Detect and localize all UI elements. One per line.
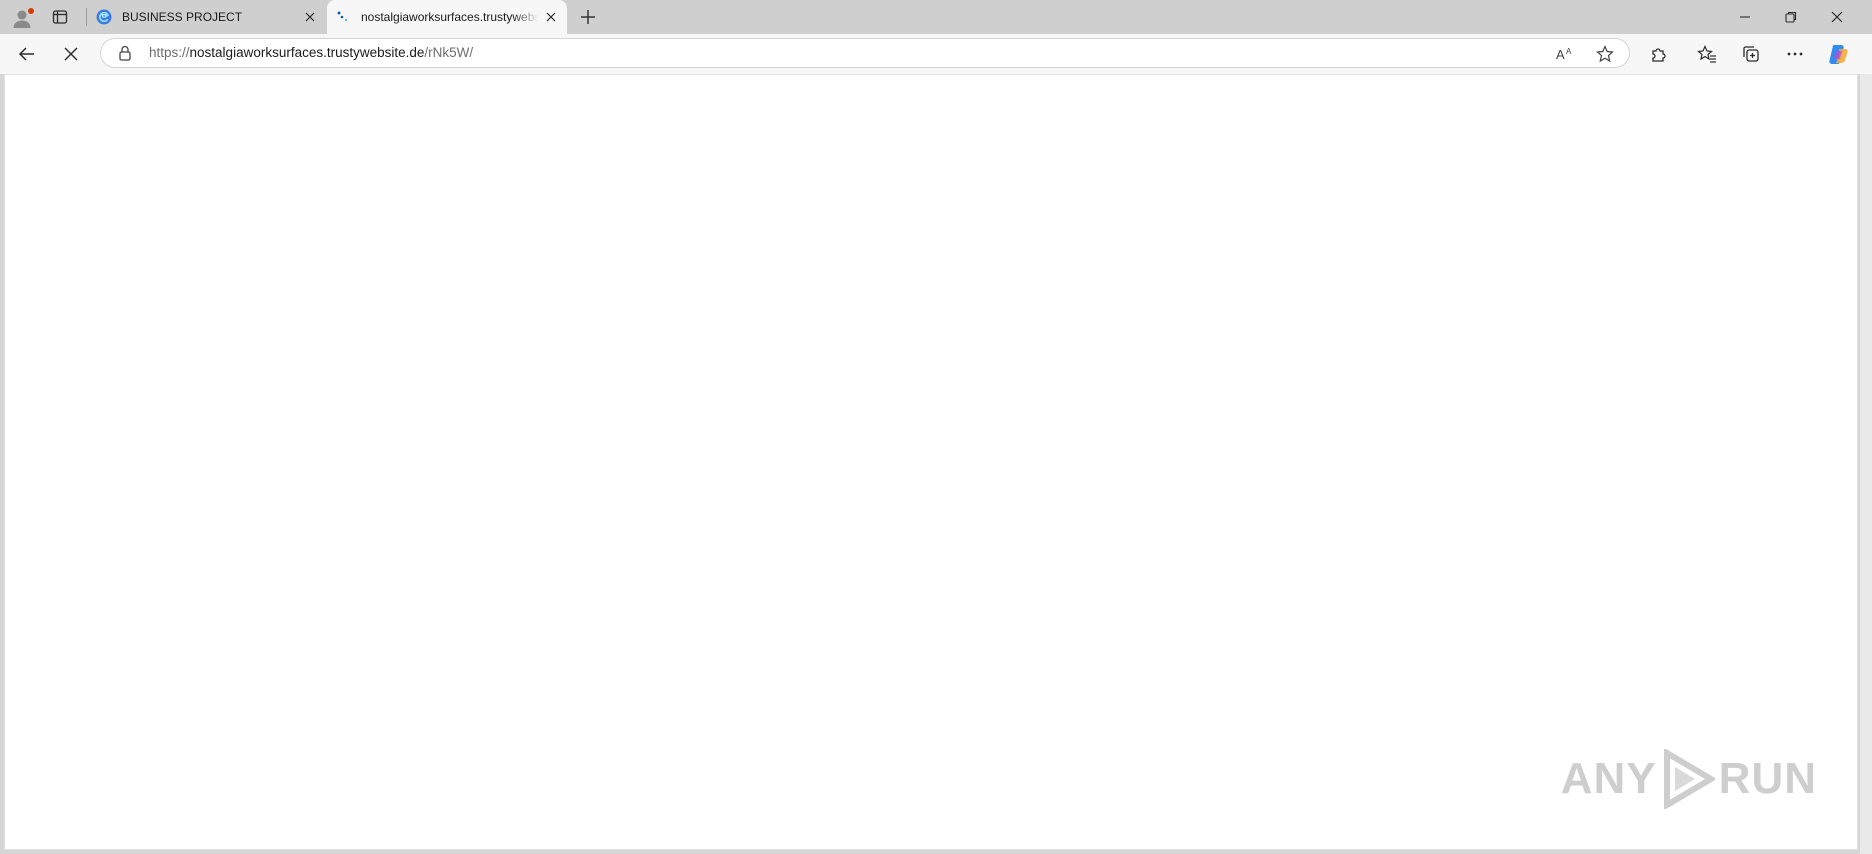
url-protocol: https:// bbox=[149, 45, 190, 60]
copilot-icon[interactable] bbox=[1824, 39, 1854, 69]
tab-nostalgia[interactable]: nostalgiaworksurfaces.trustywebsite.de bbox=[327, 0, 567, 34]
tab-close-icon[interactable] bbox=[298, 5, 322, 29]
lock-icon[interactable] bbox=[117, 45, 133, 61]
anyrun-watermark: ANY RUN bbox=[1561, 749, 1817, 809]
close-icon[interactable] bbox=[1818, 2, 1856, 32]
url-host: nostalgiaworksurfaces.trustywebsite.de bbox=[189, 45, 425, 60]
tab-separator bbox=[86, 8, 87, 26]
tab-bar: BUSINESS PROJECT nostalgiaworksurfaces.t… bbox=[0, 0, 1872, 34]
tab-close-icon[interactable] bbox=[539, 5, 563, 29]
restore-icon[interactable] bbox=[1772, 2, 1810, 32]
watermark-left: ANY bbox=[1560, 754, 1657, 803]
tab-business-project[interactable]: BUSINESS PROJECT bbox=[88, 0, 326, 34]
stop-loading-icon[interactable] bbox=[56, 39, 86, 69]
page-content[interactable]: ANY RUN bbox=[4, 74, 1858, 850]
address-url[interactable]: https://nostalgiaworksurfaces.trustywebs… bbox=[149, 39, 473, 67]
back-arrow-icon[interactable] bbox=[12, 39, 42, 69]
tab-title: nostalgiaworksurfaces.trustywebsite.de bbox=[361, 10, 539, 24]
watermark-right: RUN bbox=[1718, 754, 1817, 803]
profile-icon[interactable] bbox=[8, 3, 38, 33]
favorites-icon[interactable] bbox=[1692, 39, 1722, 69]
collections-icon[interactable] bbox=[1736, 39, 1766, 69]
minimize-icon[interactable] bbox=[1726, 2, 1764, 32]
more-icon[interactable] bbox=[1780, 39, 1810, 69]
puzzle-icon[interactable] bbox=[1644, 39, 1674, 69]
url-path: /rNk5W/ bbox=[424, 45, 474, 60]
tab-title: BUSINESS PROJECT bbox=[122, 10, 243, 24]
read-aloud-icon[interactable]: AA bbox=[1553, 42, 1577, 66]
edge-favicon-icon bbox=[96, 9, 112, 25]
loading-spinner-icon bbox=[337, 11, 347, 21]
tab-actions-icon[interactable] bbox=[46, 5, 74, 29]
star-icon[interactable] bbox=[1593, 42, 1617, 66]
scrollbar[interactable] bbox=[1860, 74, 1872, 854]
play-logo-icon bbox=[1663, 749, 1715, 809]
plus-icon[interactable] bbox=[574, 4, 602, 30]
svg-text:A: A bbox=[1566, 47, 1572, 56]
address-bar[interactable]: https://nostalgiaworksurfaces.trustywebs… bbox=[100, 38, 1630, 68]
svg-text:A: A bbox=[1556, 47, 1565, 61]
navigation-toolbar: https://nostalgiaworksurfaces.trustywebs… bbox=[0, 34, 1872, 74]
